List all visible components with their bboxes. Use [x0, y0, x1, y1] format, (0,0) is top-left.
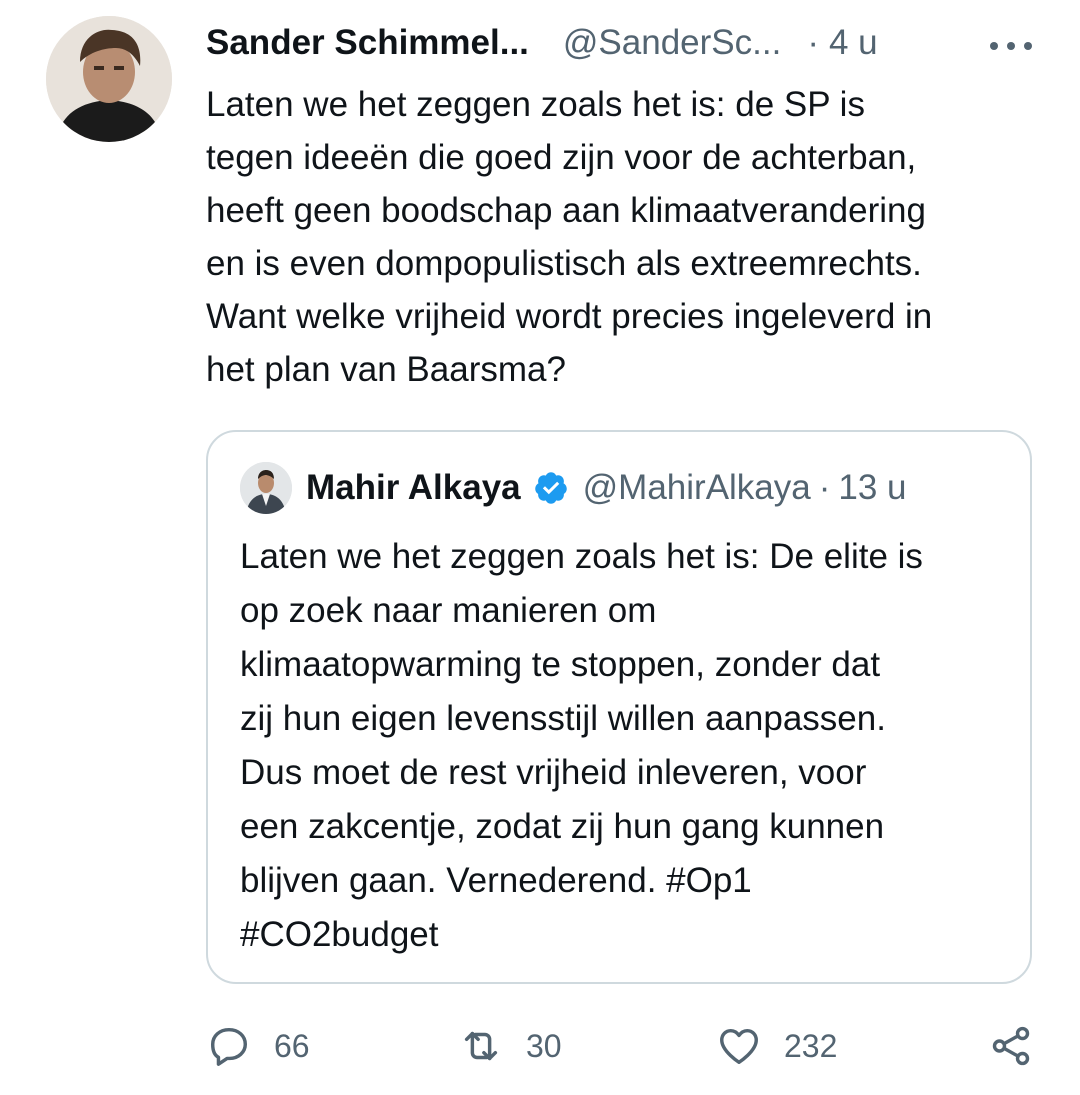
quoted-text-line: #CO2budget	[240, 915, 439, 954]
quoted-text-line: op zoek naar manieren om	[240, 591, 657, 630]
author-name[interactable]: Sander Schimmel...	[206, 23, 529, 63]
quoted-text-line: een zakcentje, zodat zij hun gang kunnen	[240, 807, 885, 846]
retweet-count: 30	[526, 1027, 562, 1064]
author-handle[interactable]: @SanderSc...	[563, 23, 781, 63]
author-avatar[interactable]	[46, 16, 172, 142]
quoted-text-line: Dus moet de rest vrijheid inleveren, voo…	[240, 753, 867, 792]
tweet-text-line: en is even dompopulistisch als extreemre…	[206, 244, 922, 283]
share-icon	[992, 1026, 1030, 1066]
tweet-header: Sander Schimmel... @SanderSc... · 4 u	[206, 18, 1036, 68]
tweet-text: Laten we het zeggen zoals het is: de SP …	[206, 78, 1046, 396]
quoted-author-avatar-photo	[240, 462, 292, 514]
verified-badge-icon	[534, 472, 567, 504]
quoted-tweet-text: Laten we het zeggen zoals het is: De eli…	[240, 530, 1020, 962]
quoted-author-avatar	[240, 462, 292, 514]
share-button[interactable]	[988, 1018, 1034, 1074]
more-options-icon[interactable]	[990, 24, 1036, 64]
quoted-tweet-card[interactable]: Mahir Alkaya @MahirAlkaya · 13 u Laten w…	[206, 430, 1032, 984]
like-count: 232	[784, 1027, 838, 1064]
quoted-tweet-time: 13 u	[838, 468, 907, 507]
quoted-author-name[interactable]: Mahir Alkaya	[306, 468, 521, 508]
reply-count: 66	[274, 1027, 310, 1064]
heart-icon	[720, 1028, 758, 1065]
quoted-text-line: blijven gaan. Vernederend. #Op1	[240, 861, 752, 900]
reply-button[interactable]: 66	[206, 1018, 310, 1074]
tweet-text-line: het plan van Baarsma?	[206, 350, 566, 389]
tweet-text-line: Want welke vrijheid wordt precies ingele…	[206, 297, 933, 336]
reply-icon	[210, 1027, 248, 1066]
author-avatar-photo	[46, 16, 172, 142]
quoted-text-line: zij hun eigen levensstijl willen aanpass…	[240, 699, 886, 738]
quoted-text-line: Laten we het zeggen zoals het is: De eli…	[240, 537, 923, 576]
tweet-text-line: Laten we het zeggen zoals het is: de SP …	[206, 85, 865, 124]
quoted-text-line: klimaatopwarming te stoppen, zonder dat	[240, 645, 881, 684]
tweet-time[interactable]: 4 u	[829, 23, 878, 63]
retweet-button[interactable]: 30	[458, 1018, 562, 1074]
quoted-tweet-header: Mahir Alkaya @MahirAlkaya · 13 u	[240, 462, 907, 514]
tweet-text-line: heeft geen boodschap aan klimaatverander…	[206, 191, 926, 230]
quoted-author-handle[interactable]: @MahirAlkaya	[583, 468, 811, 508]
separator-dot: ·	[818, 468, 831, 507]
like-button[interactable]: 232	[716, 1018, 837, 1074]
separator-dot: ·	[807, 23, 819, 62]
tweet-actions: 66 30 232	[206, 1018, 1046, 1074]
tweet-text-line: tegen ideeën die goed zijn voor de achte…	[206, 138, 917, 177]
retweet-icon	[464, 1031, 498, 1061]
